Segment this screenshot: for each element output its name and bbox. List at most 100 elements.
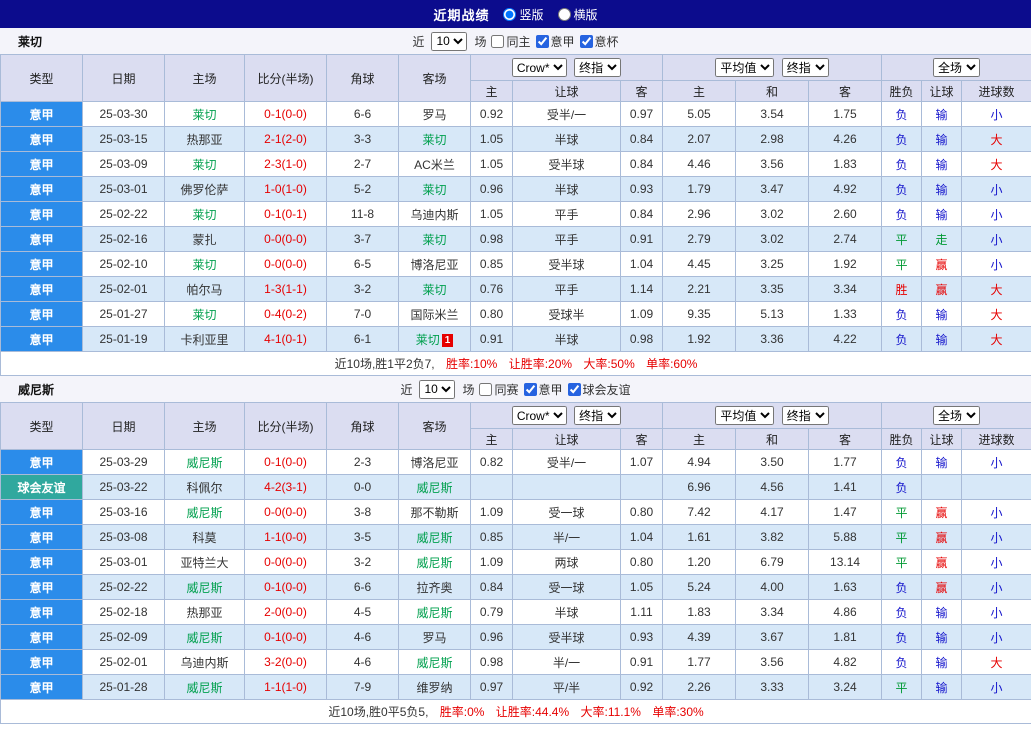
home-team-cell[interactable]: 科佩尔 bbox=[165, 475, 245, 500]
result-cell: 负 bbox=[882, 202, 922, 227]
away-team-cell[interactable]: 博洛尼亚 bbox=[399, 252, 471, 277]
handicap-line-cell: 平手 bbox=[513, 277, 621, 302]
layout-option-vertical[interactable]: 竖版 bbox=[503, 6, 543, 23]
club-friendly-checkbox[interactable] bbox=[568, 383, 581, 396]
handicap-odds-home-cell: 0.85 bbox=[471, 252, 513, 277]
big-rate: 大率:50% bbox=[583, 357, 634, 371]
match-date-cell: 25-03-15 bbox=[83, 127, 165, 152]
filter-option-same-competition[interactable]: 同赛 bbox=[479, 381, 518, 398]
home-team-cell[interactable]: 莱切 bbox=[165, 102, 245, 127]
recent-count-select[interactable]: 10 bbox=[431, 32, 467, 51]
horizontal-layout-radio[interactable] bbox=[558, 8, 571, 21]
away-team-cell[interactable]: 威尼斯 bbox=[399, 475, 471, 500]
filter-option-italy-cup[interactable]: 意杯 bbox=[580, 33, 619, 50]
avg-odds-away-cell: 4.86 bbox=[809, 600, 882, 625]
away-team-cell[interactable]: 威尼斯 bbox=[399, 525, 471, 550]
match-date-cell: 25-02-18 bbox=[83, 600, 165, 625]
layout-option-horizontal[interactable]: 横版 bbox=[558, 6, 598, 23]
home-team-cell[interactable]: 热那亚 bbox=[165, 127, 245, 152]
competition-type-cell: 意甲 bbox=[1, 177, 83, 202]
competition-type-cell: 意甲 bbox=[1, 327, 83, 352]
result-cell: 平 bbox=[882, 550, 922, 575]
same-home-checkbox[interactable] bbox=[491, 35, 504, 48]
corner-cell: 6-5 bbox=[327, 252, 399, 277]
home-team-cell[interactable]: 莱切 bbox=[165, 252, 245, 277]
vertical-layout-label: 竖版 bbox=[519, 6, 543, 23]
home-team-cell[interactable]: 莱切 bbox=[165, 202, 245, 227]
home-team-cell[interactable]: 帕尔马 bbox=[165, 277, 245, 302]
average-final-select[interactable]: 终指 bbox=[782, 406, 829, 425]
average-final-select[interactable]: 终指 bbox=[782, 58, 829, 77]
serie-a-checkbox[interactable] bbox=[524, 383, 537, 396]
scope-select[interactable]: 全场 bbox=[933, 406, 980, 425]
filter-option-serie-a[interactable]: 意甲 bbox=[536, 33, 575, 50]
col-avg-home: 主 bbox=[663, 429, 736, 450]
home-team-cell[interactable]: 卡利亚里 bbox=[165, 327, 245, 352]
filter-option-club-friendly[interactable]: 球会友谊 bbox=[568, 381, 631, 398]
away-team-cell[interactable]: 莱切 bbox=[399, 127, 471, 152]
team-name[interactable]: 莱切 bbox=[18, 33, 42, 50]
handicap-result-cell: 输 bbox=[922, 302, 962, 327]
match-row: 意甲25-02-22莱切0-1(0-1)11-8乌迪内斯1.05平手0.842.… bbox=[1, 202, 1031, 227]
odds-company-select[interactable]: Crow* bbox=[512, 58, 567, 77]
home-team-cell[interactable]: 乌迪内斯 bbox=[165, 650, 245, 675]
scope-select[interactable]: 全场 bbox=[933, 58, 980, 77]
home-team-cell[interactable]: 莱切 bbox=[165, 152, 245, 177]
italy-cup-checkbox[interactable] bbox=[580, 35, 593, 48]
home-team-cell[interactable]: 蒙扎 bbox=[165, 227, 245, 252]
home-team-cell[interactable]: 佛罗伦萨 bbox=[165, 177, 245, 202]
odds-final-select[interactable]: 终指 bbox=[574, 406, 621, 425]
avg-odds-away-cell: 4.82 bbox=[809, 650, 882, 675]
away-team-cell[interactable]: 拉齐奥 bbox=[399, 575, 471, 600]
col-score: 比分(半场) bbox=[245, 55, 327, 102]
away-team-cell[interactable]: 威尼斯 bbox=[399, 600, 471, 625]
home-team-cell[interactable]: 科莫 bbox=[165, 525, 245, 550]
avg-odds-draw-cell: 3.33 bbox=[736, 675, 809, 700]
away-team-cell[interactable]: AC米兰 bbox=[399, 152, 471, 177]
handicap-line-cell: 受半球 bbox=[513, 152, 621, 177]
home-team-cell[interactable]: 威尼斯 bbox=[165, 575, 245, 600]
same-competition-checkbox[interactable] bbox=[479, 383, 492, 396]
average-select[interactable]: 平均值 bbox=[715, 406, 774, 425]
handicap-result-cell: 输 bbox=[922, 127, 962, 152]
handicap-line-cell: 平/半 bbox=[513, 675, 621, 700]
away-team-cell[interactable]: 罗马 bbox=[399, 102, 471, 127]
home-team-cell[interactable]: 威尼斯 bbox=[165, 625, 245, 650]
handicap-odds-group: Crow* 终指 bbox=[471, 55, 663, 81]
away-team-cell[interactable]: 罗马 bbox=[399, 625, 471, 650]
away-team-cell[interactable]: 威尼斯 bbox=[399, 550, 471, 575]
avg-odds-home-cell: 2.26 bbox=[663, 675, 736, 700]
score-cell: 0-1(0-0) bbox=[245, 102, 327, 127]
home-team-cell[interactable]: 莱切 bbox=[165, 302, 245, 327]
home-team-cell[interactable]: 威尼斯 bbox=[165, 450, 245, 475]
filter-option-serie-a[interactable]: 意甲 bbox=[524, 381, 563, 398]
filter-option-same-home[interactable]: 同主 bbox=[491, 33, 530, 50]
home-team-cell[interactable]: 威尼斯 bbox=[165, 675, 245, 700]
recent-count-select[interactable]: 10 bbox=[419, 380, 455, 399]
avg-odds-draw-cell: 4.56 bbox=[736, 475, 809, 500]
corner-cell: 3-5 bbox=[327, 525, 399, 550]
away-team-cell[interactable]: 莱切1 bbox=[399, 327, 471, 352]
away-team-cell[interactable]: 博洛尼亚 bbox=[399, 450, 471, 475]
match-date-cell: 25-01-28 bbox=[83, 675, 165, 700]
home-team-cell[interactable]: 威尼斯 bbox=[165, 500, 245, 525]
vertical-layout-radio[interactable] bbox=[503, 8, 516, 21]
away-team-cell[interactable]: 威尼斯 bbox=[399, 650, 471, 675]
away-team-cell[interactable]: 莱切 bbox=[399, 277, 471, 302]
away-team-cell[interactable]: 莱切 bbox=[399, 227, 471, 252]
result-cell: 负 bbox=[882, 152, 922, 177]
away-team-cell[interactable]: 维罗纳 bbox=[399, 675, 471, 700]
home-team-cell[interactable]: 热那亚 bbox=[165, 600, 245, 625]
odds-company-select[interactable]: Crow* bbox=[512, 406, 567, 425]
home-team-cell[interactable]: 亚特兰大 bbox=[165, 550, 245, 575]
team-name[interactable]: 威尼斯 bbox=[18, 381, 54, 398]
away-team-cell[interactable]: 那不勒斯 bbox=[399, 500, 471, 525]
average-select[interactable]: 平均值 bbox=[715, 58, 774, 77]
avg-odds-home-cell: 5.24 bbox=[663, 575, 736, 600]
away-team-cell[interactable]: 莱切 bbox=[399, 177, 471, 202]
away-team-cell[interactable]: 国际米兰 bbox=[399, 302, 471, 327]
odds-final-select[interactable]: 终指 bbox=[574, 58, 621, 77]
away-team-cell[interactable]: 乌迪内斯 bbox=[399, 202, 471, 227]
avg-odds-draw-cell: 3.36 bbox=[736, 327, 809, 352]
serie-a-checkbox[interactable] bbox=[536, 35, 549, 48]
